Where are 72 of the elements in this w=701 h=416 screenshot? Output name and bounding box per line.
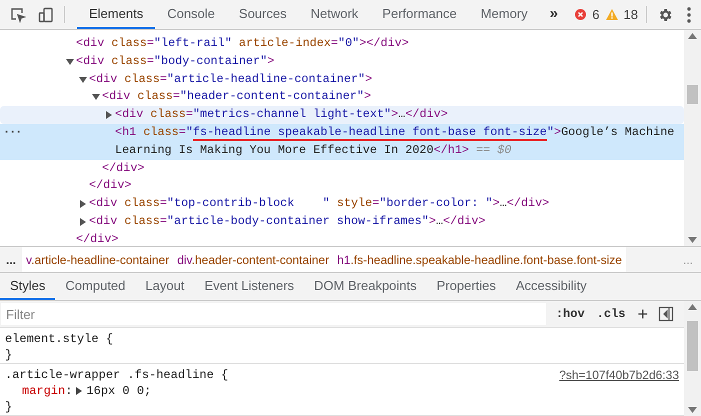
more-tabs-button[interactable]: » [540,0,568,29]
html-tag-line: <div class="header-content-container"> [102,88,372,106]
dom-node-row[interactable]: <div class="header-content-container"> [0,88,684,106]
warning-count[interactable]: 18 [624,4,638,24]
more-options-icon[interactable] [687,6,691,22]
sidebar-tab[interactable]: Accessibility [506,273,597,300]
stylesheet-link[interactable]: ?sh=107f40b7b2d6:33 [559,367,679,383]
breadcrumb-item[interactable]: v.article-headline-container [22,247,174,272]
dom-node-row[interactable]: <div class="metrics-channel light-text">…</div> [0,106,684,124]
settings-icon[interactable] [657,6,673,22]
rule-close-brace: } [5,347,12,363]
breadcrumb-item[interactable]: h1.fs-headline.speakable-headline.font-base.font-size [333,247,626,272]
dom-node-row[interactable]: <div class="top-contrib-block " style="border-color: ">…</div> [0,195,684,213]
sidebar-tab[interactable]: Layout [135,273,194,300]
sidebar-tab[interactable]: Event Listeners [194,273,304,300]
scrollbar-thumb[interactable] [687,321,698,371]
html-tag-line: <div class="top-contrib-block " style="border-color: ">…</div> [89,195,550,212]
inspect-element-icon[interactable] [10,6,26,22]
rule-selector: .article-wrapper .fs-headline { [5,367,228,383]
panel-tab[interactable]: Sources [226,0,299,29]
closing-tag-line: </div> [102,160,144,177]
collapsed-triangle-icon[interactable] [105,111,113,120]
dom-node-row[interactable]: <div class="left-rail" article-index="0"></div> [0,35,684,53]
panel-tab[interactable]: Memory [468,0,540,29]
class-toggle[interactable]: .cls [594,305,628,323]
scrollbar[interactable] [684,301,701,416]
html-tag-line: <div class="article-headline-container"> [89,70,372,88]
html-tag-line: <div class="metrics-channel light-text">…</div> [115,106,448,124]
scroll-left-button[interactable]: ... [0,250,22,268]
expanded-triangle-icon[interactable] [66,58,74,66]
closing-tag-line: </div> [89,177,132,194]
css-property: margin [22,383,66,399]
expanded-triangle-icon[interactable] [79,76,87,84]
filter-field[interactable]: Filter [1,303,546,325]
scrollbar-thumb[interactable] [687,85,698,104]
new-rule-button[interactable]: + [635,305,650,323]
sidebar-tab[interactable]: Properties [426,273,506,300]
scroll-up-icon[interactable] [688,33,697,39]
sidebar-tab[interactable]: Computed [55,273,136,300]
collapsed-triangle-icon[interactable] [79,218,87,226]
warning-icon [606,9,618,20]
html-tag-line: <div class="body-container"> [76,52,274,70]
scroll-down-icon[interactable] [688,407,697,413]
node-menu-dots[interactable]: ··· [3,124,22,142]
breadcrumb-item[interactable]: div.header-content-container [173,247,334,272]
dom-node-row[interactable]: <div class="body-container"> [0,52,684,71]
dom-node-row[interactable]: ··· <h1 class="fs-headline speakable-headline font-base font-size">Google’s Machine Learning Is Making You More Effective In 2020</h1> == $0 [0,124,684,160]
closing-tag-line: </div> [76,230,118,246]
dom-node-row[interactable]: <div class="article-headline-container"> [0,70,684,88]
html-tag-line: <div class="left-rail" article-index="0"></div> [76,35,409,52]
scroll-up-icon[interactable] [688,304,697,310]
collapsed-triangle-icon[interactable] [79,200,87,208]
html-tag-line: <div class="article-body-container show-iframes">…</div> [89,212,486,230]
error-icon [575,9,586,20]
hover-state-toggle[interactable]: :hov [554,305,587,323]
rule-close-brace: } [5,399,12,415]
error-count[interactable]: 6 [592,4,600,24]
panel-tab[interactable]: Performance [370,0,469,29]
rule-selector: element.style { [5,331,114,347]
dom-node-row[interactable]: <div class="article-body-container show-iframes">…</div> [0,212,684,231]
panel-tab[interactable]: Console [155,0,227,29]
colon-mark: : [65,383,72,399]
panel-tab[interactable]: Network [298,0,370,29]
css-value: 16px 0 0; [86,383,152,399]
sidebar-tab[interactable]: DOM Breakpoints [304,273,427,300]
sidebar-toggle-icon[interactable] [658,306,674,322]
scrollbar[interactable] [684,30,701,246]
device-toolbar-icon[interactable] [38,6,54,22]
html-tag-line: <h1 class="fs-headline speakable-headline font-base font-size">Google’s Machine Learning Is Making You More Effective In 2020</h1> == $0 [115,124,676,159]
expand-triangle-icon[interactable] [76,387,82,395]
expanded-triangle-icon[interactable] [92,93,100,102]
scroll-down-icon[interactable] [688,237,697,243]
